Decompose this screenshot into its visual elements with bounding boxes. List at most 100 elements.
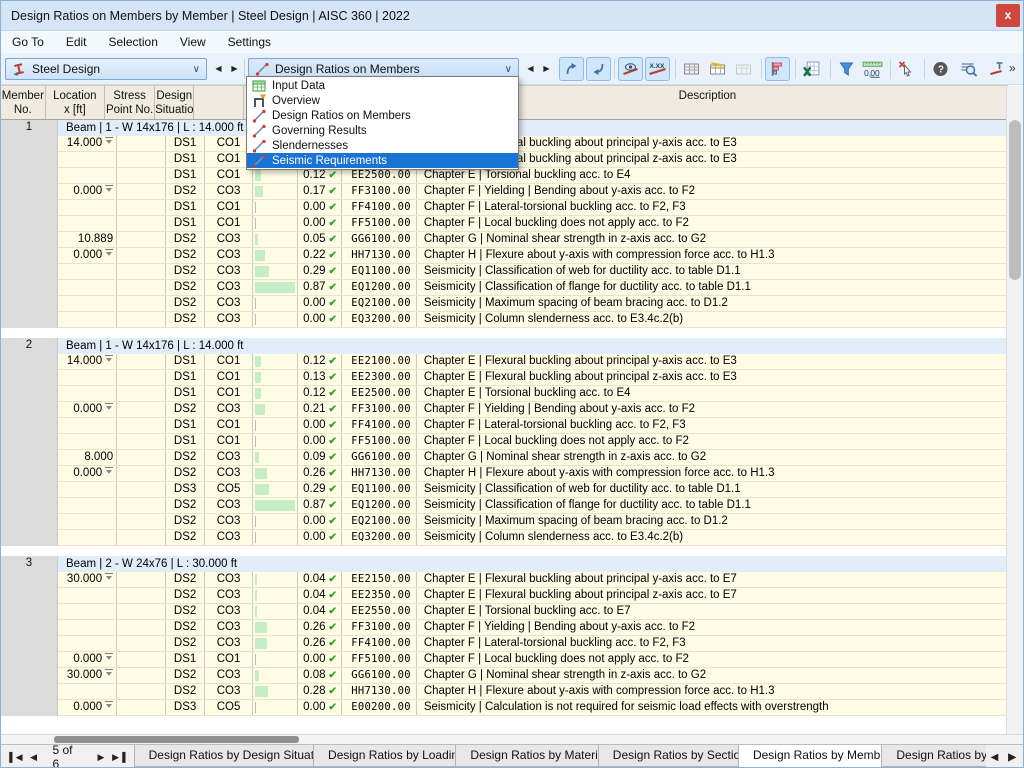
show-result-diagram-icon[interactable] (618, 57, 643, 81)
table-grid-icon[interactable] (679, 57, 704, 81)
column-header-sp[interactable]: StressPoint No. (105, 86, 155, 119)
tab-scroll-left-icon[interactable]: ◀ (986, 752, 1004, 763)
table-row[interactable]: 0.000DS2CO30.26✔HH7130.00Chapter H | Fle… (58, 466, 1008, 482)
table-row[interactable]: DS1CO10.13✔EE2300.00Chapter E | Flexural… (58, 152, 1008, 168)
menu-item-go-to[interactable]: Go To (1, 31, 55, 53)
menu-item-selection[interactable]: Selection (98, 31, 169, 53)
prev-page-button[interactable]: ◀ (25, 752, 43, 763)
cell-design-ratio: 0.00✔ (298, 312, 342, 327)
prev-module-button[interactable]: ◀ (211, 59, 226, 79)
show-values-icon[interactable]: X.XX (645, 57, 670, 81)
table-row[interactable]: DS1CO10.12✔EE2500.00Chapter E | Torsiona… (58, 168, 1008, 184)
tab-design-ratios-by-section[interactable]: Design Ratios by Section (598, 745, 739, 767)
table-row[interactable]: DS2CO30.04✔EE2350.00Chapter E | Flexural… (58, 588, 1008, 604)
dropdown-item-input-data[interactable]: Input Data (247, 78, 518, 93)
last-page-button[interactable]: ▶▐ (110, 752, 128, 763)
cell-loading: CO1 (205, 386, 253, 401)
horizontal-scrollbar[interactable] (1, 734, 1024, 744)
table-row[interactable]: DS2CO30.00✔EQ3200.00Seismicity | Column … (58, 312, 1008, 328)
help-icon[interactable]: ? (928, 57, 953, 81)
table-row[interactable]: DS1CO10.12✔EE2500.00Chapter E | Torsiona… (58, 386, 1008, 402)
menu-item-settings[interactable]: Settings (217, 31, 282, 53)
table-filter-icon[interactable] (705, 57, 730, 81)
tab-design-ratios-by-design-situation[interactable]: Design Ratios by Design Situation (134, 745, 314, 767)
toolbar-overflow-chevron[interactable]: » (1009, 61, 1016, 75)
decimal-places-icon[interactable]: 0,00 (860, 57, 885, 81)
table-row[interactable]: DS1CO10.13✔EE2300.00Chapter E | Flexural… (58, 370, 1008, 386)
cell-ratio-bar (253, 280, 298, 295)
table-row[interactable]: 0.000DS2CO30.22✔HH7130.00Chapter H | Fle… (58, 248, 1008, 264)
next-module-button[interactable]: ▶ (227, 59, 242, 79)
cell-stress-point (117, 604, 166, 619)
first-page-button[interactable]: ▌◀ (7, 752, 25, 763)
table-row[interactable]: DS2CO30.87✔EQ1200.00Seismicity | Classif… (58, 280, 1008, 296)
table-row[interactable]: DS2CO30.00✔EQ2100.00Seismicity | Maximum… (58, 296, 1008, 312)
table-row[interactable]: DS1CO10.00✔FF4100.00Chapter F | Lateral-… (58, 418, 1008, 434)
menu-item-edit[interactable]: Edit (55, 31, 98, 53)
dropdown-item-design-ratios-on-members[interactable]: Design Ratios on Members (247, 108, 518, 123)
table-row[interactable]: 0.000DS2CO30.21✔FF3100.00Chapter F | Yie… (58, 402, 1008, 418)
table-row[interactable]: DS3CO50.29✔EQ1100.00Seismicity | Classif… (58, 482, 1008, 498)
result-chart-panel-icon[interactable] (765, 57, 790, 81)
table-row[interactable]: 8.000DS2CO30.09✔GG6100.00Chapter G | Nom… (58, 450, 1008, 466)
table-row[interactable]: DS2CO30.87✔EQ1200.00Seismicity | Classif… (58, 498, 1008, 514)
deselect-cursor-icon[interactable] (894, 57, 919, 81)
filter-funnel-icon[interactable] (834, 57, 859, 81)
member-group-header[interactable]: Beam | 1 - W 14x176 | L : 14.000 ft (58, 120, 1008, 136)
column-header-loc[interactable]: Locationx [ft] (46, 86, 105, 119)
horizontal-scrollbar-thumb[interactable] (54, 736, 299, 743)
member-group-header[interactable]: Beam | 1 - W 14x176 | L : 14.000 ft (58, 338, 1008, 354)
module-combo[interactable]: Steel Design ∨ (5, 58, 207, 80)
member-group-header[interactable]: Beam | 2 - W 24x76 | L : 30.000 ft (58, 556, 1008, 572)
table-row[interactable]: 14.000DS1CO10.12✔EE2100.00Chapter E | Fl… (58, 136, 1008, 152)
dropdown-item-seismic-requirements[interactable]: Seismic Requirements (247, 153, 518, 168)
table-row[interactable]: 0.000DS3CO50.00✔E00200.00Seismicity | Ca… (58, 700, 1008, 716)
table-row[interactable]: 14.000DS1CO10.12✔EE2100.00Chapter E | Fl… (58, 354, 1008, 370)
cell-loading: CO1 (205, 216, 253, 231)
table-plain-icon[interactable] (731, 57, 756, 81)
table-row[interactable]: 0.000DS1CO10.00✔FF5100.00Chapter F | Loc… (58, 652, 1008, 668)
next-table-button[interactable]: ▶ (539, 59, 554, 79)
prev-table-button[interactable]: ◀ (523, 59, 538, 79)
cell-design-situation: DS1 (166, 168, 205, 183)
dropdown-item-slendernesses[interactable]: Slendernesses (247, 138, 518, 153)
close-button[interactable]: x (996, 4, 1020, 27)
table-row[interactable]: DS1CO10.00✔FF4100.00Chapter F | Lateral-… (58, 200, 1008, 216)
tab-design-ratios-by-loading[interactable]: Design Ratios by Loading (313, 745, 456, 767)
column-header-mem[interactable]: MemberNo. (1, 86, 46, 119)
menu-item-view[interactable]: View (169, 31, 217, 53)
cell-location (58, 588, 117, 603)
table-row[interactable]: DS2CO30.00✔EQ3200.00Seismicity | Column … (58, 530, 1008, 546)
table-row[interactable]: 30.000DS2CO30.08✔GG6100.00Chapter G | No… (58, 668, 1008, 684)
dropdown-item-governing-results[interactable]: Governing Results (247, 123, 518, 138)
member-results-icon[interactable] (984, 57, 1009, 81)
table-row[interactable]: DS1CO10.00✔FF5100.00Chapter F | Local bu… (58, 434, 1008, 450)
dropdown-item-overview[interactable]: Overview (247, 93, 518, 108)
column-header-co[interactable] (194, 86, 243, 119)
tab-design-ratios-by-material[interactable]: Design Ratios by Material (455, 745, 598, 767)
table-row[interactable]: DS1CO10.00✔FF5100.00Chapter F | Local bu… (58, 216, 1008, 232)
tab-design-ratios-by[interactable]: Design Ratios by (881, 745, 985, 767)
jump-to-previous-icon[interactable] (559, 57, 584, 81)
cell-design-check: GG6100.00 (342, 450, 417, 465)
vertical-scrollbar-thumb[interactable] (1009, 120, 1021, 280)
table-row[interactable]: DS2CO30.26✔FF3100.00Chapter F | Yielding… (58, 620, 1008, 636)
table-row[interactable]: DS2CO30.00✔EQ2100.00Seismicity | Maximum… (58, 514, 1008, 530)
column-header-ds[interactable]: DesignSituation (155, 86, 194, 119)
table-row[interactable]: 30.000DS2CO30.04✔EE2150.00Chapter E | Fl… (58, 572, 1008, 588)
table-row[interactable]: DS2CO30.04✔EE2550.00Chapter E | Torsiona… (58, 604, 1008, 620)
cell-design-situation: DS2 (166, 604, 205, 619)
tab-design-ratios-by-member[interactable]: Design Ratios by Member (738, 745, 882, 768)
check-passed-icon: ✔ (329, 314, 337, 325)
table-row[interactable]: DS2CO30.28✔HH7130.00Chapter H | Flexure … (58, 684, 1008, 700)
excel-export-icon[interactable] (799, 57, 824, 81)
table-row[interactable]: 10.889DS2CO30.05✔GG6100.00Chapter G | No… (58, 232, 1008, 248)
next-page-button[interactable]: ▶ (92, 752, 110, 763)
search-table-icon[interactable] (956, 57, 981, 81)
table-row[interactable]: DS2CO30.29✔EQ1100.00Seismicity | Classif… (58, 264, 1008, 280)
vertical-scrollbar[interactable] (1006, 86, 1023, 734)
tab-scroll-right-icon[interactable]: ▶ (1003, 752, 1021, 763)
table-row[interactable]: DS2CO30.26✔FF4100.00Chapter F | Lateral-… (58, 636, 1008, 652)
table-row[interactable]: 0.000DS2CO30.17✔FF3100.00Chapter F | Yie… (58, 184, 1008, 200)
jump-to-next-icon[interactable] (586, 57, 611, 81)
